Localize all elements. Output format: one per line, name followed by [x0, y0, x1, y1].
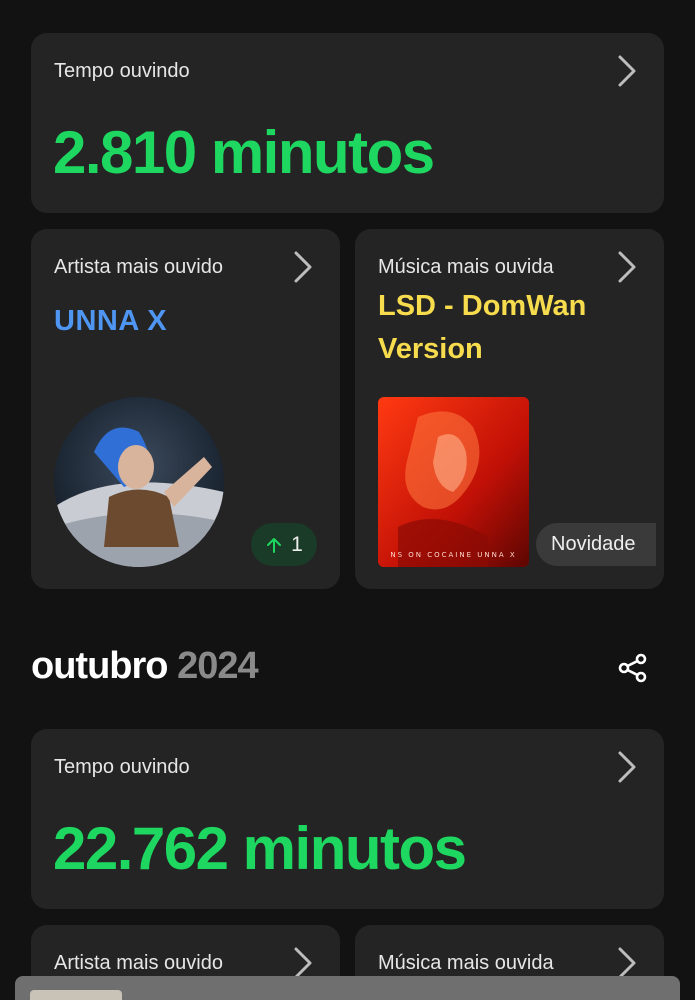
month-heading: outubro 2024 — [31, 645, 259, 688]
time-listened-label: Tempo ouvindo — [54, 60, 190, 82]
artist-avatar — [54, 397, 224, 567]
rank-change-value: 1 — [291, 532, 303, 556]
song-cover-art: NS ON COCAINE UNNA X — [378, 397, 529, 567]
month-top-song-label: Música mais ouvida — [378, 952, 554, 974]
chevron-right-icon — [617, 250, 637, 284]
arrow-up-icon — [267, 537, 282, 553]
chevron-right-icon — [617, 54, 637, 88]
top-song-label: Música mais ouvida — [378, 256, 554, 278]
time-listened-value: 2.810 minutos — [53, 119, 435, 186]
top-artist-name: UNNA X — [54, 305, 168, 337]
share-icon — [618, 653, 647, 683]
top-song-title: LSD - DomWan Version — [378, 290, 587, 365]
top-artist-label: Artista mais ouvido — [54, 256, 223, 278]
month-top-artist-label: Artista mais ouvido — [54, 952, 223, 974]
new-release-badge: Novidade — [536, 523, 656, 566]
month-year: 2024 — [177, 645, 259, 687]
new-release-label: Novidade — [551, 533, 636, 555]
now-playing-thumbnail — [30, 990, 122, 1000]
month-time-listened-label: Tempo ouvindo — [54, 756, 190, 778]
rank-change-badge: 1 — [251, 523, 317, 566]
top-artist-card[interactable]: Artista mais ouvido UNNA X 1 — [31, 229, 340, 589]
chevron-right-icon — [293, 250, 313, 284]
top-song-card[interactable]: Música mais ouvida LSD - DomWan Version … — [355, 229, 664, 589]
cover-art-text: NS ON COCAINE UNNA X — [390, 551, 517, 559]
share-button[interactable] — [612, 647, 654, 689]
month-name: outubro — [31, 645, 169, 687]
time-listened-card[interactable]: Tempo ouvindo 2.810 minutos — [31, 33, 664, 213]
chevron-right-icon — [617, 750, 637, 784]
chevron-right-icon — [617, 946, 637, 980]
month-time-listened-card[interactable]: Tempo ouvindo 22.762 minutos — [31, 729, 664, 909]
month-time-listened-value: 22.762 minutos — [53, 815, 467, 882]
chevron-right-icon — [293, 946, 313, 980]
now-playing-bar[interactable] — [15, 976, 680, 1000]
